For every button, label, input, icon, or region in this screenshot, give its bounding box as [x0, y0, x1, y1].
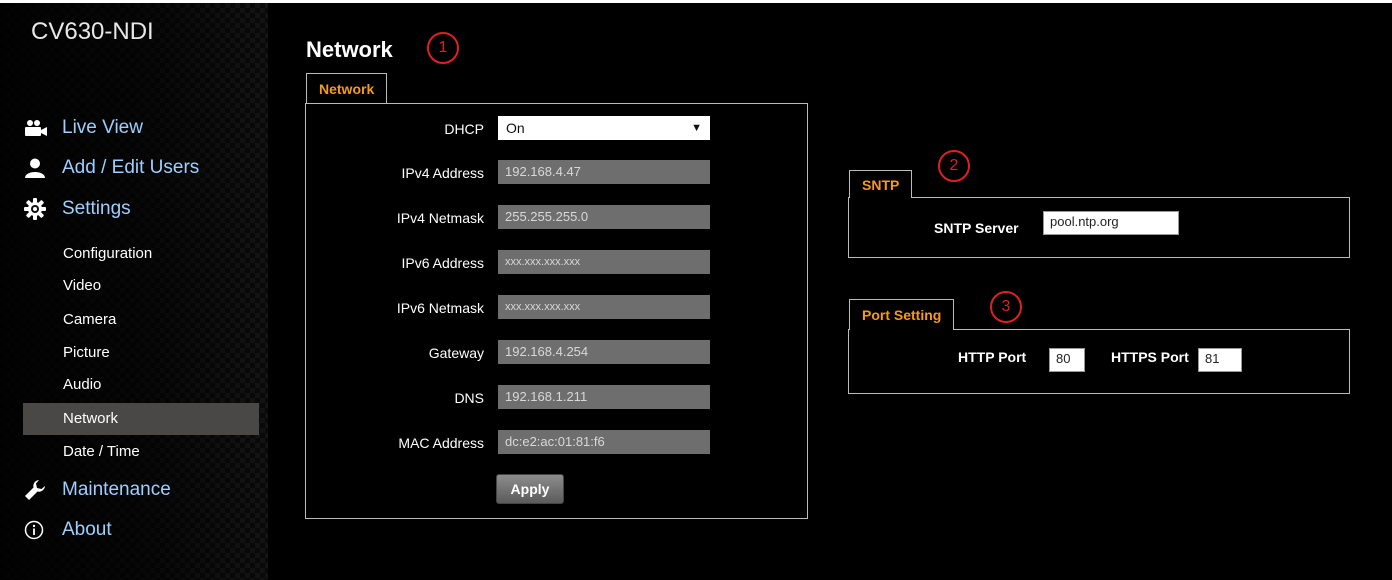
nav-date-time[interactable]: Date / Time [23, 436, 259, 468]
dns-row: DNS 192.168.1.211 [306, 385, 806, 411]
nav-picture[interactable]: Picture [23, 337, 259, 369]
dhcp-select[interactable]: On ▼ [498, 116, 710, 140]
gateway-label: Gateway [428, 345, 484, 361]
camera-icon [24, 117, 50, 139]
tab-sntp[interactable]: SNTP [849, 170, 913, 198]
tab-network[interactable]: Network [306, 73, 388, 103]
wrench-icon [24, 479, 50, 501]
nav-label: Live View [62, 117, 143, 138]
chevron-down-icon: ▼ [691, 122, 702, 134]
ipv6-address-row: IPv6 Address xxx.xxx.xxx.xxx [306, 250, 806, 276]
nav-label: Maintenance [62, 479, 171, 500]
marker-3: 3 [990, 291, 1022, 323]
marker-2: 2 [938, 150, 970, 182]
ipv4-netmask-field[interactable]: 255.255.255.0 [498, 205, 710, 229]
marker-1: 1 [427, 32, 459, 64]
nav-about[interactable]: About [24, 512, 112, 548]
https-port-label: HTTPS Port [1111, 349, 1189, 365]
apply-button[interactable]: Apply [496, 474, 564, 504]
nav-label: Settings [62, 198, 131, 219]
https-port-input[interactable]: 81 [1198, 348, 1242, 372]
sntp-panel: SNTP Server pool.ntp.org [848, 197, 1350, 258]
tab-port-setting[interactable]: Port Setting [849, 299, 955, 330]
http-port-input[interactable]: 80 [1049, 348, 1085, 372]
nav-network[interactable]: Network [23, 403, 259, 435]
ipv4-address-label: IPv4 Address [401, 165, 485, 181]
nav-label: About [62, 519, 112, 540]
ipv6-address-label: IPv6 Address [401, 255, 485, 271]
nav-live-view[interactable]: Live View [24, 110, 143, 146]
gateway-row: Gateway 192.168.4.254 [306, 340, 806, 366]
nav-video[interactable]: Video [23, 270, 259, 302]
nav-audio[interactable]: Audio [23, 369, 259, 401]
ipv6-address-field[interactable]: xxx.xxx.xxx.xxx [498, 250, 710, 274]
http-port-label: HTTP Port [958, 349, 1027, 365]
mac-address-field[interactable]: dc:e2:ac:01:81:f6 [498, 430, 710, 454]
dns-field[interactable]: 192.168.1.211 [498, 385, 710, 409]
app-title: CV630-NDI [31, 18, 154, 45]
user-icon [24, 157, 50, 179]
network-panel: DHCP On ▼ IPv4 Address 192.168.4.47 IPv4… [305, 103, 808, 519]
nav-configuration[interactable]: Configuration [23, 238, 259, 270]
ipv4-netmask-label: IPv4 Netmask [396, 210, 484, 226]
nav-maintenance[interactable]: Maintenance [24, 472, 171, 508]
ipv6-netmask-field[interactable]: xxx.xxx.xxx.xxx [498, 295, 710, 319]
gateway-field[interactable]: 192.168.4.254 [498, 340, 710, 364]
sntp-server-input[interactable]: pool.ntp.org [1043, 211, 1179, 235]
port-setting-panel: HTTP Port 80 HTTPS Port 81 [848, 329, 1350, 394]
nav-settings[interactable]: Settings [24, 191, 131, 227]
sntp-server-label: SNTP Server [934, 220, 1019, 236]
ipv6-netmask-row: IPv6 Netmask xxx.xxx.xxx.xxx [306, 295, 806, 321]
gear-icon [24, 198, 50, 220]
dhcp-label: DHCP [444, 121, 484, 137]
ipv4-netmask-row: IPv4 Netmask 255.255.255.0 [306, 205, 806, 231]
nav-add-edit-users[interactable]: Add / Edit Users [24, 150, 199, 186]
info-icon [24, 519, 50, 541]
nav-label: Add / Edit Users [62, 157, 200, 178]
mac-address-label: MAC Address [398, 435, 484, 451]
ipv4-address-field[interactable]: 192.168.4.47 [498, 160, 710, 184]
dhcp-value: On [506, 120, 525, 136]
page-title: Network [306, 37, 393, 62]
nav-camera[interactable]: Camera [23, 304, 259, 336]
mac-address-row: MAC Address dc:e2:ac:01:81:f6 [306, 430, 806, 456]
ipv6-netmask-label: IPv6 Netmask [396, 300, 484, 316]
dns-label: DNS [454, 390, 484, 406]
ipv4-address-row: IPv4 Address 192.168.4.47 [306, 160, 806, 186]
dhcp-row: DHCP On ▼ [306, 116, 806, 142]
